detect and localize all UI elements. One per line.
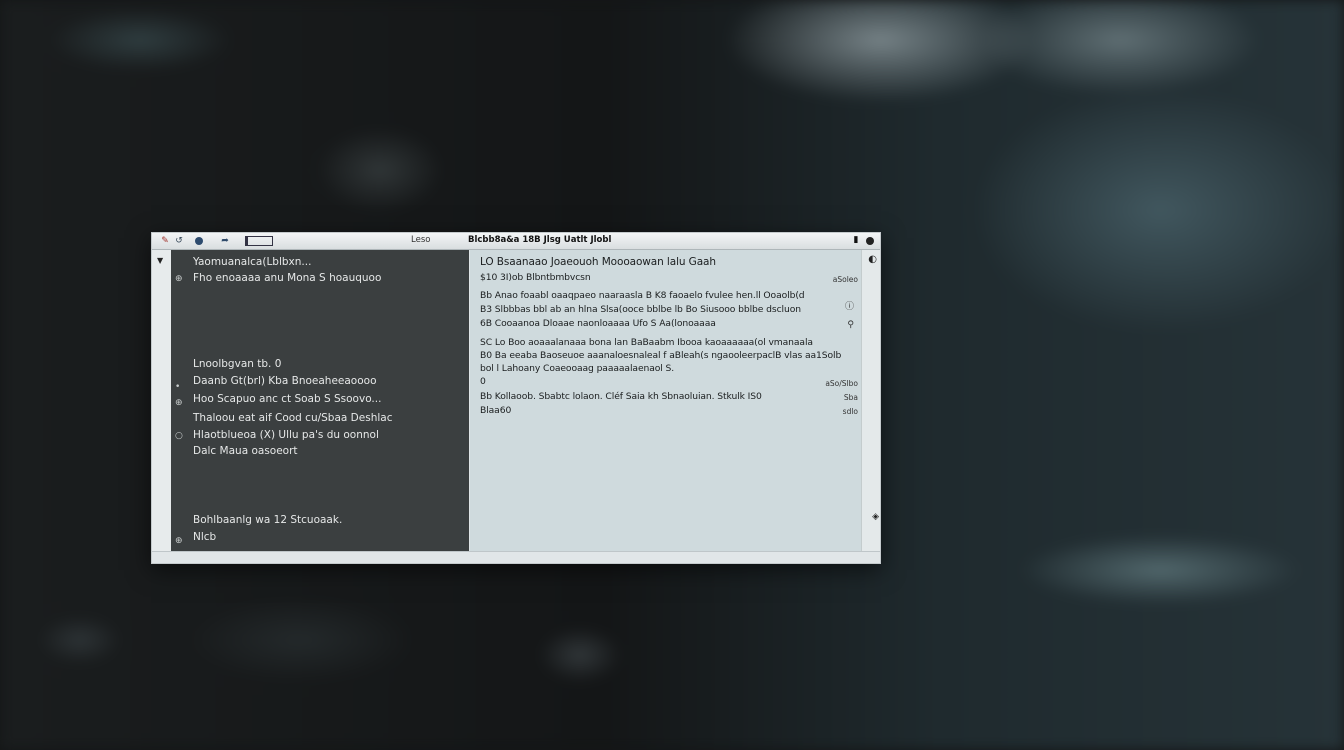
lock-icon[interactable]: ▮ [852, 234, 860, 245]
expand-icon[interactable]: ⊕ [175, 274, 183, 284]
window-title: Blcbb8a&a 18B Jlsg Uatlt Jlobl [468, 235, 612, 245]
right-pane: LO Bsaanaao Joaeouoh Moooaowan lalu Gaah… [470, 250, 880, 551]
side-label: sdlo [842, 407, 858, 416]
status-bar [152, 551, 880, 563]
triangle-down-icon[interactable]: ▼ [157, 256, 163, 265]
left-pane: ⊕ • ⊕ ○ ⊕ – Yaomuanalca(Lblbxn... Fho en… [171, 250, 469, 562]
pencil-icon[interactable]: ✎ [160, 235, 170, 246]
text-line: Bb Kollaoob. Sbabtc lolaon. Cléf Saia kh… [480, 391, 762, 402]
text-line: LO Bsaanaao Joaeouoh Moooaowan lalu Gaah [480, 256, 716, 268]
edit-icon[interactable]: ↺ [174, 235, 184, 246]
info-icon[interactable]: ⓘ [845, 299, 854, 312]
list-item[interactable]: Lnoolbgvan tb. 0 [193, 358, 281, 370]
text-line: Bb Anao foaabl oaaqpaeo naaraasla B K8 f… [480, 290, 805, 301]
toolbar-label: Leso [411, 235, 431, 245]
text-line: $10 3I)ob Blbntbmbvcsn [480, 272, 591, 283]
text-line: 0 [480, 376, 486, 387]
side-label: Sba [843, 393, 858, 402]
list-item[interactable]: Hoo Scapuo anc ct Soab S Ssoovo... [193, 393, 381, 405]
text-line: 6B Cooaanoa Dloaae naonloaaaa Ufo S Aa(l… [480, 318, 716, 329]
text-line: B0 Ba eeaba Baoseuoe aaanaloesnaleal f a… [480, 350, 842, 361]
resize-icon[interactable]: ◈ [872, 512, 879, 522]
text-line: Blaa60 [480, 405, 512, 416]
bullet-icon: • [175, 382, 181, 392]
list-item[interactable]: Thaloou eat aif Cood cu/Sbaa Deshlac [193, 412, 392, 424]
list-item[interactable]: Nlcb [193, 531, 216, 543]
list-item[interactable]: Fho enoaaaa anu Mona S hoauquoo [193, 272, 381, 284]
scroll-up-icon[interactable]: ◐ [868, 254, 877, 265]
vertical-scrollbar[interactable]: ◐ ◈ [861, 250, 880, 551]
list-item[interactable]: Dalc Maua oasoeort [193, 445, 298, 457]
side-label: aSoleo [832, 275, 858, 284]
text-line: bol l Lahoany Coaeooaag paaaaalaenaol S. [480, 363, 675, 374]
gutter: ▼ [152, 250, 172, 551]
expand-icon[interactable]: ⊕ [175, 536, 183, 546]
app-window: ✎ ↺ ➦ Leso Blcbb8a&a 18B Jlsg Uatlt Jlob… [151, 232, 881, 564]
list-item[interactable]: Daanb Gt(brl) Kba Bnoeaheeaoooo [193, 375, 377, 387]
text-line: B3 Slbbbas bbl ab an hlna Slsa(ooce bblb… [480, 304, 801, 315]
text-line: SC Lo Boo aoaaalanaaa bona lan BaBaabm I… [480, 337, 813, 348]
list-item[interactable]: Hlaotblueoa (X) Ullu pa's du oonnol [193, 429, 379, 441]
radio-icon[interactable]: ○ [175, 431, 183, 441]
side-label: aSo/Slbo [825, 379, 858, 388]
window-titlebar: ✎ ↺ ➦ Leso Blcbb8a&a 18B Jlsg Uatlt Jlob… [152, 233, 880, 250]
list-item[interactable]: Yaomuanalca(Lblbxn... [193, 256, 311, 268]
expand-icon[interactable]: ⊕ [175, 398, 183, 408]
arrow-icon[interactable]: ➦ [220, 235, 230, 246]
search-icon[interactable]: ⚲ [847, 320, 854, 330]
record-icon[interactable] [194, 235, 204, 246]
split-view-icon[interactable] [244, 235, 274, 246]
close-icon[interactable] [865, 235, 875, 246]
list-item[interactable]: Bohlbaanlg wa 12 Stcuoaak. [193, 514, 342, 526]
